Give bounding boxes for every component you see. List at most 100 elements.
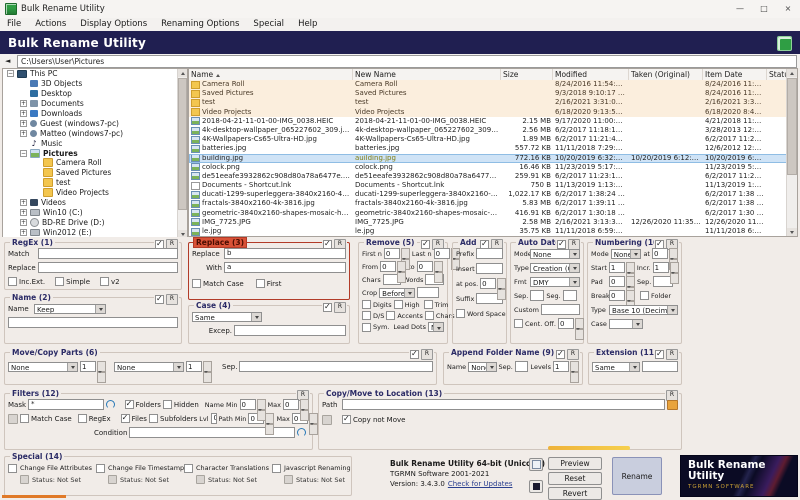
folders-checkbox[interactable] bbox=[124, 399, 134, 409]
numbering-mode-dropdown[interactable]: None bbox=[610, 248, 642, 259]
word-space-checkbox[interactable] bbox=[456, 309, 465, 318]
move-from-spinner[interactable]: 1 bbox=[80, 360, 106, 384]
minimize-button[interactable]: — bbox=[728, 0, 752, 18]
menu-actions[interactable]: Actions bbox=[28, 18, 73, 31]
mask-input[interactable]: * bbox=[28, 399, 104, 410]
extension-mode-dropdown[interactable]: Same bbox=[592, 361, 640, 372]
location-path-input[interactable] bbox=[342, 399, 665, 410]
tree-item-desktop[interactable]: Desktop bbox=[3, 89, 187, 99]
expand-icon[interactable]: + bbox=[20, 208, 27, 216]
tree-item-downloads[interactable]: + Downloads bbox=[3, 109, 187, 119]
check-updates-link[interactable]: Check for Updates bbox=[448, 480, 513, 488]
exceptions-input[interactable] bbox=[234, 325, 346, 336]
spin-down-icon[interactable] bbox=[265, 423, 275, 436]
file-row[interactable]: Video Projects Video Projects 6/18/2020 9:… bbox=[189, 107, 787, 117]
revert-button[interactable]: Revert bbox=[548, 487, 602, 500]
tree-item-bd-re-drive-d[interactable]: + BD-RE Drive (D:) bbox=[3, 217, 187, 227]
spin-down-icon[interactable] bbox=[669, 272, 679, 285]
level-input[interactable]: 0 bbox=[210, 413, 217, 424]
filter-match-case-checkbox[interactable] bbox=[20, 414, 29, 423]
expand-icon[interactable]: + bbox=[20, 119, 27, 127]
character-translations-checkbox[interactable] bbox=[184, 464, 193, 473]
preview-button[interactable]: Preview bbox=[548, 457, 602, 470]
file-list-scrollbar[interactable] bbox=[786, 69, 797, 236]
file-row[interactable]: colock.png colock.png 16.46 KB 11/23/2019 5… bbox=[189, 163, 787, 172]
regex-replace-input[interactable] bbox=[38, 262, 178, 273]
toggle-view-button[interactable] bbox=[529, 458, 543, 471]
file-row[interactable]: Documents - Shortcut.lnk Documents - Shor… bbox=[189, 181, 787, 190]
expand-icon[interactable]: + bbox=[20, 218, 27, 226]
date-custom-input[interactable] bbox=[540, 304, 580, 315]
match-case-checkbox[interactable] bbox=[192, 279, 201, 288]
start-spinner[interactable]: 1 bbox=[608, 261, 635, 285]
spin-down-icon[interactable] bbox=[308, 423, 318, 436]
extension-input[interactable] bbox=[642, 361, 678, 372]
tree-scrollbar-thumb[interactable] bbox=[178, 78, 187, 210]
toggle-theme-button[interactable] bbox=[529, 480, 543, 493]
panel-enable-checkbox[interactable] bbox=[655, 349, 664, 359]
menu-display-options[interactable]: Display Options bbox=[73, 18, 154, 31]
menu-special[interactable]: Special bbox=[246, 18, 291, 31]
tree-item-3d-objects[interactable]: 3D Objects bbox=[3, 79, 187, 89]
name-mode-dropdown[interactable]: Keep bbox=[34, 303, 106, 314]
numbering-case-dropdown[interactable] bbox=[609, 318, 643, 329]
century-checkbox[interactable] bbox=[514, 319, 523, 328]
to-spinner[interactable]: 0 bbox=[416, 260, 443, 284]
first-checkbox[interactable] bbox=[255, 279, 265, 288]
spin-down-icon[interactable] bbox=[433, 271, 443, 284]
simple-checkbox[interactable] bbox=[55, 277, 65, 286]
scroll-up-icon[interactable] bbox=[787, 69, 797, 77]
name-max-spinner[interactable]: 0 bbox=[283, 398, 309, 422]
first-n-spinner[interactable]: 0 bbox=[383, 247, 410, 271]
column-header-size[interactable]: Size bbox=[501, 69, 553, 80]
v2-checkbox[interactable] bbox=[100, 277, 110, 286]
reset-panel-button[interactable]: R bbox=[421, 349, 433, 360]
tree-item-documents[interactable]: + Documents bbox=[3, 99, 187, 109]
tree-item-this-pc[interactable]: − This PC bbox=[3, 69, 187, 79]
tree-item-matteo-windows7-pc[interactable]: + Matteo (windows7-pc) bbox=[3, 128, 187, 138]
tree-item-saved-pictures[interactable]: Saved Pictures bbox=[3, 168, 187, 178]
regex-match-input[interactable] bbox=[38, 248, 178, 259]
move-to-spinner[interactable]: 1 bbox=[186, 360, 212, 384]
move-from-dropdown[interactable]: None bbox=[8, 361, 78, 372]
file-row[interactable]: IMG_7725.JPG IMG_7725.JPG 2.58 MB 2/16/2021… bbox=[189, 218, 787, 227]
append-sep-input[interactable] bbox=[514, 361, 529, 372]
path-input[interactable]: C:\Users\User\Pictures bbox=[17, 55, 797, 68]
reset-panel-button[interactable]: R bbox=[666, 349, 678, 360]
tree-item-win10-c[interactable]: + Win10 (C:) bbox=[3, 207, 187, 217]
crop-dropdown[interactable]: Before bbox=[379, 287, 416, 298]
refresh-icon[interactable] bbox=[105, 400, 115, 409]
file-row[interactable]: building.jpg auilding.jpg 772.16 KB 10/20/2… bbox=[189, 153, 787, 163]
copy-not-move-checkbox[interactable] bbox=[342, 414, 351, 424]
trim-checkbox[interactable] bbox=[423, 300, 433, 309]
spin-down-icon[interactable] bbox=[203, 371, 212, 384]
reset-button[interactable]: Reset bbox=[548, 472, 602, 485]
tree-item-test[interactable]: test bbox=[3, 178, 187, 188]
crop-input[interactable] bbox=[417, 287, 440, 298]
prefix-input[interactable] bbox=[476, 248, 503, 259]
column-header-new-name[interactable]: New Name bbox=[353, 69, 501, 80]
case-mode-dropdown[interactable]: Same bbox=[192, 311, 262, 322]
tree-item-videos[interactable]: + Videos bbox=[3, 198, 187, 208]
column-header-name[interactable]: Name bbox=[189, 69, 353, 80]
filter-regex-checkbox[interactable] bbox=[77, 414, 87, 423]
menu-renaming-options[interactable]: Renaming Options bbox=[154, 18, 246, 31]
append-name-dropdown[interactable]: None bbox=[468, 361, 497, 372]
lead-dots-dropdown[interactable]: None bbox=[427, 322, 444, 332]
spin-down-icon[interactable] bbox=[570, 371, 579, 384]
tree-item-camera-roll[interactable]: Camera Roll bbox=[3, 158, 187, 168]
levels-spinner[interactable]: 1 bbox=[553, 360, 579, 384]
name-input[interactable] bbox=[8, 317, 178, 328]
spin-down-icon[interactable] bbox=[97, 371, 106, 384]
numbering-type-dropdown[interactable]: Base 10 (Decimal) bbox=[609, 304, 678, 315]
file-row[interactable]: le.jpg le.jpg 35.75 KB 11/11/2018 6:59:52 P… bbox=[189, 227, 787, 236]
at-spinner[interactable]: 0 bbox=[652, 247, 678, 271]
spin-down-icon[interactable] bbox=[256, 409, 266, 422]
refresh-icon[interactable] bbox=[297, 428, 307, 437]
file-row[interactable]: test test 2/16/2021 3:31:08 PM 2/16/2021 3:… bbox=[189, 98, 787, 108]
change-file-attributes-checkbox[interactable] bbox=[8, 464, 17, 473]
file-list-scrollbar-thumb[interactable] bbox=[787, 78, 797, 175]
file-row[interactable]: fractals-3840x2160-4k-3816.jpg fractals-3… bbox=[189, 199, 787, 209]
name-min-spinner[interactable]: 0 bbox=[239, 398, 266, 422]
include-ext-checkbox[interactable] bbox=[8, 277, 17, 286]
